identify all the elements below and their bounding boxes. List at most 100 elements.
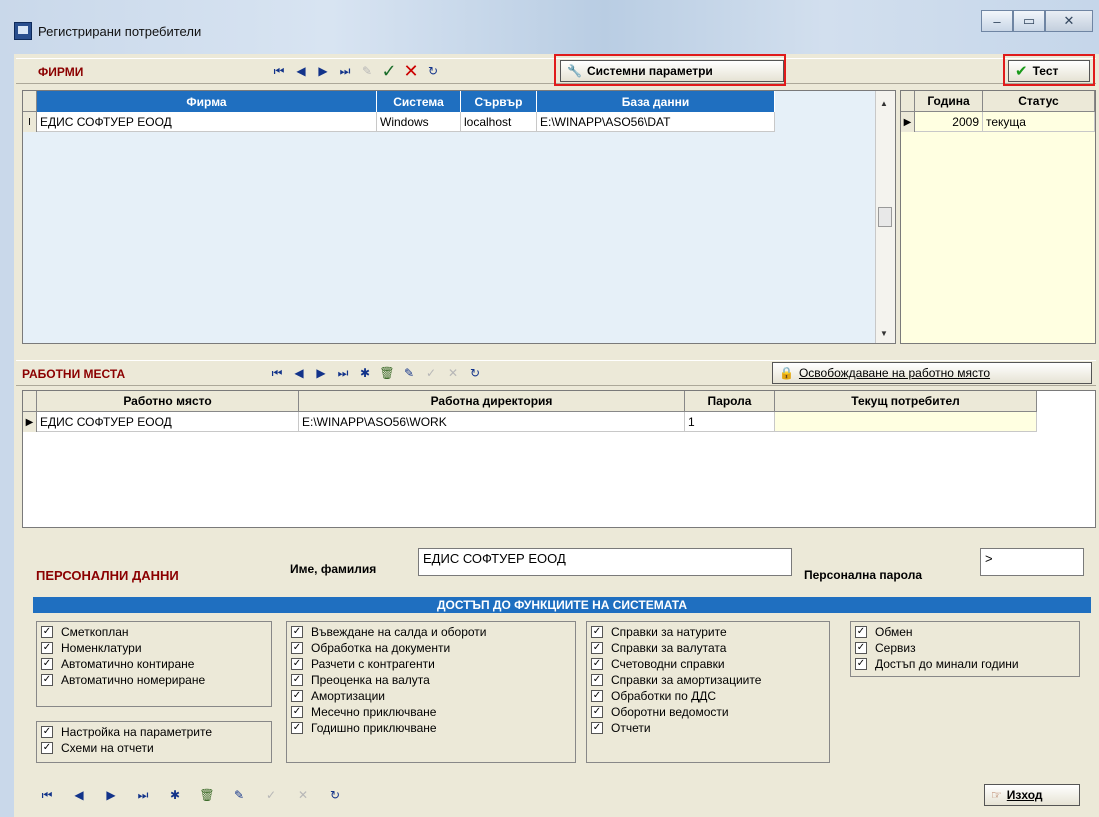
last-record-icon[interactable]: ⏭: [334, 61, 356, 81]
release-workplace-button[interactable]: 🔒 Освобождаване на работно място: [772, 362, 1092, 384]
col-status[interactable]: Статус: [983, 91, 1095, 112]
col-system[interactable]: Система: [377, 91, 461, 112]
refresh-icon[interactable]: ↻: [464, 363, 486, 383]
firms-scrollbar[interactable]: ▲ ▼: [875, 91, 895, 343]
scroll-thumb[interactable]: [878, 207, 892, 227]
delete-record-icon[interactable]: 🗑: [196, 785, 218, 805]
refresh-icon[interactable]: ↻: [324, 785, 346, 805]
checkbox-item[interactable]: ✓ Преоценка на валута: [291, 672, 571, 688]
edit-record-icon[interactable]: ✎: [398, 363, 420, 383]
checkbox-checked-icon: ✓: [291, 690, 303, 702]
checkbox-item[interactable]: ✓ Сервиз: [855, 640, 1075, 656]
checkbox-item[interactable]: ✓ Въвеждане на салда и обороти: [291, 624, 571, 640]
checkbox-item[interactable]: ✓ Годишно приключване: [291, 720, 571, 736]
last-record-icon[interactable]: ⏭: [132, 785, 154, 805]
highlight-system-parameters: [554, 54, 786, 86]
name-field[interactable]: ЕДИС СОФТУЕР ЕООД: [418, 548, 792, 576]
col-firm[interactable]: Фирма: [37, 91, 377, 112]
checkbox-item[interactable]: ✓ Обработки по ДДС: [591, 688, 825, 704]
access-group-4: ✓ Обмен ✓ Сервиз ✓ Достъп до минали години: [850, 621, 1080, 677]
checkbox-item[interactable]: ✓ Сметкоплан: [41, 624, 267, 640]
workplaces-label: РАБОТНИ МЕСТА: [22, 367, 126, 381]
app-icon: [14, 22, 32, 40]
next-record-icon[interactable]: ▶: [312, 61, 334, 81]
first-record-icon[interactable]: ⏮: [266, 363, 288, 383]
next-record-icon[interactable]: ▶: [310, 363, 332, 383]
checkbox-checked-icon: ✓: [291, 706, 303, 718]
checkbox-checked-icon: ✓: [291, 674, 303, 686]
edit-record-icon[interactable]: ✎: [228, 785, 250, 805]
checkbox-item[interactable]: ✓ Месечно приключване: [291, 704, 571, 720]
exit-button[interactable]: ☞ Изход: [984, 784, 1080, 806]
firms-grid[interactable]: Фирма Система Сървър База данни I ЕДИС С…: [22, 90, 896, 344]
prior-record-icon[interactable]: ◀: [68, 785, 90, 805]
scroll-down-icon[interactable]: ▼: [880, 329, 888, 338]
col-server[interactable]: Сървър: [461, 91, 537, 112]
access-group-3: ✓ Справки за натурите ✓ Справки за валутат…: [586, 621, 830, 763]
checkbox-checked-icon: ✓: [591, 722, 603, 734]
checkbox-item[interactable]: ✓ Достъп до минали години: [855, 656, 1075, 672]
access-functions-title: ДОСТЪП ДО ФУНКЦИИТЕ НА СИСТЕМАТА: [33, 597, 1091, 613]
insert-record-icon[interactable]: ✱: [164, 785, 186, 805]
insert-record-icon[interactable]: ✱: [354, 363, 376, 383]
window-left-border: [0, 54, 14, 817]
checkbox-item[interactable]: ✓ Автоматично контиране: [41, 656, 267, 672]
last-record-icon[interactable]: ⏭: [332, 363, 354, 383]
col-year[interactable]: Година: [915, 91, 983, 112]
checkbox-item[interactable]: ✓ Справки за натурите: [591, 624, 825, 640]
col-database[interactable]: База данни: [537, 91, 775, 112]
col-current-user[interactable]: Текущ потребител: [775, 391, 1037, 412]
row-pointer-icon: ▶: [23, 412, 37, 432]
access-group-1: ✓ Сметкоплан ✓ Номенклатури ✓ Автоматично к…: [36, 621, 272, 707]
checkbox-item[interactable]: ✓ Обмен: [855, 624, 1075, 640]
checkbox-item[interactable]: ✓ Разчети с контрагенти: [291, 656, 571, 672]
checkbox-item[interactable]: ✓ Настройка на параметрите: [41, 724, 267, 740]
checkbox-item[interactable]: ✓ Амортизации: [291, 688, 571, 704]
table-row[interactable]: ▶ 2009 текуща: [901, 112, 1095, 132]
post-record-icon[interactable]: ✓: [260, 785, 282, 805]
checkbox-checked-icon: ✓: [41, 674, 53, 686]
close-button[interactable]: ✕: [1045, 10, 1093, 32]
table-row[interactable]: ▶ ЕДИС СОФТУЕР ЕООД E:\WINAPP\ASO56\WORK…: [23, 412, 1037, 432]
checkbox-item[interactable]: ✓ Справки за амортизациите: [591, 672, 825, 688]
first-record-icon[interactable]: ⏮: [36, 785, 58, 805]
personal-password-field[interactable]: >: [980, 548, 1084, 576]
col-password[interactable]: Парола: [685, 391, 775, 412]
edit-record-icon[interactable]: ✎: [356, 61, 378, 81]
checkbox-item[interactable]: ✓ Счетоводни справки: [591, 656, 825, 672]
checkbox-checked-icon: ✓: [291, 642, 303, 654]
cancel-record-icon[interactable]: ✕: [292, 785, 314, 805]
refresh-icon[interactable]: ↻: [422, 61, 444, 81]
checkbox-item[interactable]: ✓ Оборотни ведомости: [591, 704, 825, 720]
checkbox-item[interactable]: ✓ Обработка на документи: [291, 640, 571, 656]
scroll-up-icon[interactable]: ▲: [880, 99, 888, 108]
personal-data-label: ПЕРСОНАЛНИ ДАННИ: [36, 568, 179, 583]
checkbox-item[interactable]: ✓ Схеми на отчети: [41, 740, 267, 756]
cancel-record-icon[interactable]: ✕: [442, 363, 464, 383]
first-record-icon[interactable]: ⏮: [268, 61, 290, 81]
year-grid-header: Година Статус: [901, 91, 1095, 112]
firms-navigator: ⏮ ◀ ▶ ⏭ ✎ ✓ ✕ ↻: [268, 61, 444, 81]
checkbox-item[interactable]: ✓ Номенклатури: [41, 640, 267, 656]
prior-record-icon[interactable]: ◀: [288, 363, 310, 383]
checkbox-item[interactable]: ✓ Автоматично номериране: [41, 672, 267, 688]
table-row[interactable]: I ЕДИС СОФТУЕР ЕООД Windows localhost E:…: [23, 112, 775, 132]
row-pointer-icon: ▶: [901, 112, 915, 132]
delete-record-icon[interactable]: 🗑: [376, 363, 398, 383]
col-work-dir[interactable]: Работна директория: [299, 391, 685, 412]
maximize-button[interactable]: ▭: [1013, 10, 1045, 32]
prior-record-icon[interactable]: ◀: [290, 61, 312, 81]
next-record-icon[interactable]: ▶: [100, 785, 122, 805]
workplaces-grid[interactable]: Работно място Работна директория Парола …: [22, 390, 1096, 528]
year-grid[interactable]: Година Статус ▶ 2009 текуща: [900, 90, 1096, 344]
col-workplace[interactable]: Работно място: [37, 391, 299, 412]
post-record-icon[interactable]: ✓: [378, 61, 400, 81]
checkbox-item[interactable]: ✓ Справки за валутата: [591, 640, 825, 656]
checkbox-item[interactable]: ✓ Отчети: [591, 720, 825, 736]
checkbox-checked-icon: ✓: [591, 642, 603, 654]
cancel-record-icon[interactable]: ✕: [400, 61, 422, 81]
post-record-icon[interactable]: ✓: [420, 363, 442, 383]
minimize-button[interactable]: –: [981, 10, 1013, 32]
checkbox-checked-icon: ✓: [41, 742, 53, 754]
checkbox-checked-icon: ✓: [855, 658, 867, 670]
